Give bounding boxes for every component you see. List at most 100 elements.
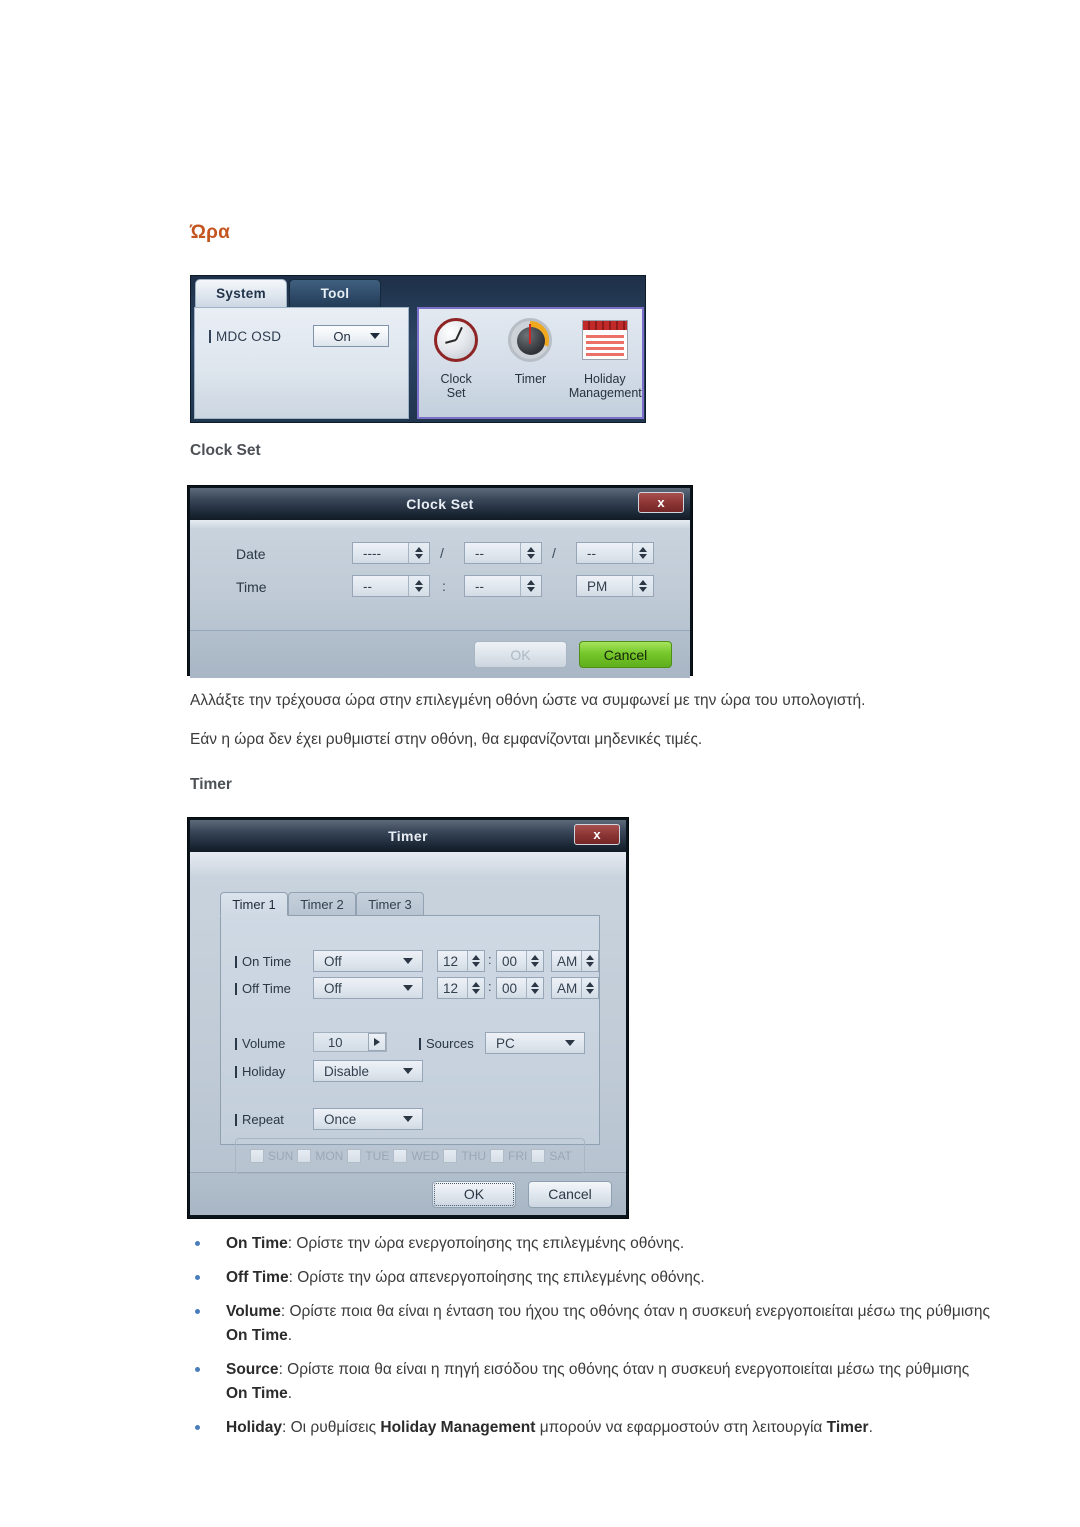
list-item-text: : Ορίστε ποια θα είναι η ένταση του ήχου… [280, 1303, 990, 1320]
date-day-arrows[interactable] [632, 543, 653, 563]
date-month-arrows[interactable] [520, 543, 541, 563]
on-time-hour-value: 12 [443, 953, 459, 969]
on-time-minute-spinner[interactable]: 00 [496, 950, 544, 972]
clock-set-cancel-button[interactable]: Cancel [579, 641, 672, 668]
tab-timer-1[interactable]: Timer 1 [220, 892, 288, 916]
bullet-tick-icon [235, 1037, 237, 1050]
time-minute-arrows[interactable] [520, 576, 541, 596]
date-year-spinner[interactable]: ---- [352, 542, 430, 564]
tab-timer-2[interactable]: Timer 2 [288, 892, 356, 916]
volume-field[interactable]: 10 [313, 1032, 387, 1052]
day-checkbox-thu[interactable]: THU [443, 1149, 486, 1163]
repeat-value: Once [324, 1111, 357, 1127]
tab-system[interactable]: System [195, 279, 287, 307]
checkbox-icon[interactable] [347, 1149, 362, 1163]
timer-icon [494, 314, 566, 370]
clock-set-button[interactable]: Clock Set [420, 314, 492, 400]
holiday-select[interactable]: Disable [313, 1060, 423, 1082]
sources-select[interactable]: PC [485, 1032, 585, 1054]
off-time-minute-value: 00 [502, 980, 518, 996]
time-minute-spinner[interactable]: -- [464, 575, 542, 597]
off-time-minute-spinner[interactable]: 00 [496, 977, 544, 999]
day-label-thu: THU [461, 1149, 487, 1163]
close-icon[interactable]: x [574, 824, 620, 845]
off-time-hour-spinner[interactable]: 12 [437, 977, 485, 999]
bullet-tick-icon [235, 1113, 237, 1126]
checkbox-icon[interactable] [250, 1149, 264, 1163]
clock-set-title: Clock Set [406, 496, 474, 512]
checkbox-icon[interactable] [443, 1149, 458, 1163]
holiday-management-button[interactable]: Holiday Management [569, 314, 642, 400]
day-checkbox-sun[interactable]: SUN [250, 1149, 293, 1163]
time-hour-spinner[interactable]: -- [352, 575, 430, 597]
list-item-tail: . [287, 1385, 293, 1402]
checkbox-icon[interactable] [393, 1149, 408, 1163]
repeat-days-group: SUN MON TUE WED THU FRI SAT [235, 1138, 585, 1174]
checkbox-icon[interactable] [531, 1149, 546, 1163]
on-time-minute-arrows[interactable] [526, 951, 543, 971]
day-checkbox-fri[interactable]: FRI [490, 1149, 527, 1163]
time-separator-1: : [442, 578, 446, 594]
clock-set-dialog: Clock Set x Date ---- / -- / -- Time -- … [188, 486, 692, 678]
off-time-meridiem-arrows[interactable] [581, 978, 598, 998]
date-day-value: -- [587, 545, 596, 561]
mdc-osd-label-row: MDC OSD [209, 329, 281, 344]
day-label-wed: WED [411, 1149, 440, 1163]
on-time-hour-arrows[interactable] [467, 951, 484, 971]
holiday-label-row: Holiday [235, 1064, 285, 1079]
close-icon[interactable]: x [638, 492, 684, 513]
volume-stepper-button[interactable] [368, 1033, 386, 1051]
mdc-osd-select[interactable]: On [313, 325, 389, 347]
time-meridiem-arrows[interactable] [632, 576, 653, 596]
repeat-label-row: Repeat [235, 1112, 284, 1127]
day-label-sun: SUN [268, 1149, 294, 1163]
list-item: Off Time: Ορίστε την ώρα απενεργοποίησης… [190, 1266, 990, 1290]
timer-tabstrip: Timer 1 Timer 2 Timer 3 [220, 892, 600, 916]
day-checkbox-sat[interactable]: SAT [531, 1149, 572, 1163]
day-checkbox-tue[interactable]: TUE [347, 1149, 389, 1163]
checkbox-icon[interactable] [297, 1149, 312, 1163]
list-item-text-2: μπορούν να εφαρμοστούν στη λειτουργία [535, 1419, 827, 1436]
day-checkbox-mon[interactable]: MON [297, 1149, 343, 1163]
off-time-mode-select[interactable]: Off [313, 977, 423, 999]
time-meridiem-spinner[interactable]: PM [576, 575, 654, 597]
date-month-value: -- [475, 545, 484, 561]
on-time-mode-select[interactable]: Off [313, 950, 423, 972]
clock-set-ok-button[interactable]: OK [474, 641, 567, 668]
bullet-tick-icon [419, 1037, 421, 1050]
chevron-down-icon [403, 1068, 413, 1074]
tab-tool[interactable]: Tool [289, 279, 381, 307]
off-time-minute-arrows[interactable] [526, 978, 543, 998]
on-time-meridiem-arrows[interactable] [581, 951, 598, 971]
date-year-arrows[interactable] [408, 543, 429, 563]
repeat-select[interactable]: Once [313, 1108, 423, 1130]
chevron-down-icon [370, 333, 380, 339]
off-time-meridiem-spinner[interactable]: AM [551, 977, 599, 999]
on-time-hour-spinner[interactable]: 12 [437, 950, 485, 972]
tab-timer-3[interactable]: Timer 3 [356, 892, 424, 916]
timer-ok-button[interactable]: OK [432, 1180, 516, 1208]
on-time-meridiem-spinner[interactable]: AM [551, 950, 599, 972]
mdc-osd-value: On [333, 328, 351, 344]
date-separator-1: / [440, 545, 444, 561]
off-time-hour-arrows[interactable] [467, 978, 484, 998]
volume-label: Volume [242, 1036, 286, 1051]
clock-set-body: Date ---- / -- / -- Time -- : -- PM [190, 520, 690, 630]
sources-label-row: Sources [419, 1036, 474, 1051]
bullet-icon [195, 1275, 200, 1280]
day-checkbox-wed[interactable]: WED [393, 1149, 439, 1163]
list-item-term-2: On Time [226, 1327, 288, 1344]
list-item: On Time: Ορίστε την ώρα ενεργοποίησης τη… [190, 1232, 990, 1256]
list-item-term: On Time [226, 1235, 288, 1252]
date-month-spinner[interactable]: -- [464, 542, 542, 564]
section-heading-timer: Timer [190, 776, 232, 793]
day-label-mon: MON [315, 1149, 344, 1163]
date-day-spinner[interactable]: -- [576, 542, 654, 564]
checkbox-icon[interactable] [490, 1149, 505, 1163]
timer-button[interactable]: Timer [494, 314, 566, 386]
clock-set-footer: OK Cancel [190, 630, 690, 678]
bullet-icon [195, 1425, 200, 1430]
time-hour-arrows[interactable] [408, 576, 429, 596]
off-time-label-row: Off Time [235, 981, 291, 996]
timer-cancel-button[interactable]: Cancel [528, 1180, 612, 1208]
